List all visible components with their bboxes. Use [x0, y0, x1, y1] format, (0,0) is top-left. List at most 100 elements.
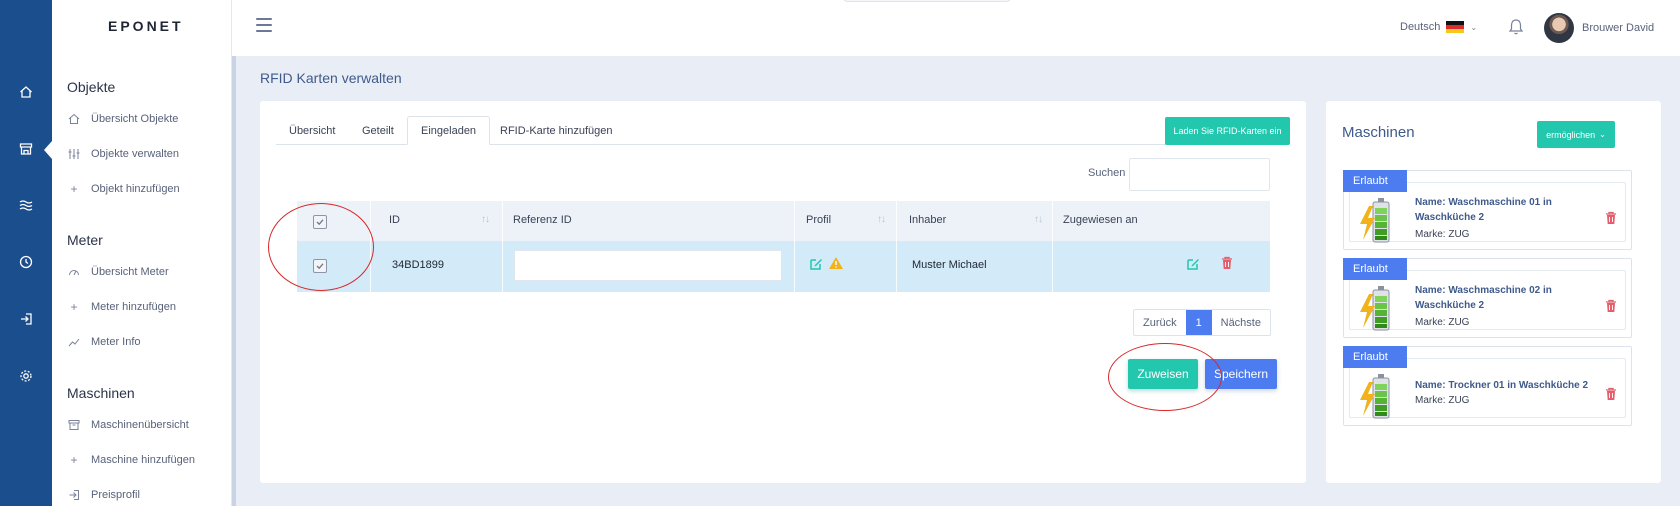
referenz-id-input[interactable]: [514, 250, 782, 281]
sort-icon[interactable]: ↑↓: [877, 214, 886, 225]
avatar: [1544, 13, 1574, 43]
enable-dropdown-button[interactable]: ermöglichen ⌄: [1537, 121, 1615, 148]
gauge-icon: [67, 265, 81, 279]
column-header-referenz-id[interactable]: Referenz ID: [513, 214, 572, 226]
trash-icon[interactable]: [1221, 256, 1233, 275]
chevron-down-icon: ⌄: [1599, 130, 1606, 139]
sidebar-section-maschinen: Maschinen: [67, 385, 135, 401]
active-indicator: [44, 141, 52, 159]
tab-eingeladen[interactable]: Eingeladen: [407, 116, 491, 145]
trash-icon[interactable]: [1605, 299, 1617, 318]
column-header-id[interactable]: ID: [389, 214, 400, 226]
energy-battery-icon: [1360, 286, 1390, 331]
chevron-down-icon: ⌄: [1470, 22, 1478, 32]
sidebar-item-label: Preisprofil: [91, 489, 140, 501]
pagination-next[interactable]: Nächste: [1212, 310, 1270, 335]
allowed-badge: Erlaubt: [1343, 346, 1407, 368]
row-id: 34BD1899: [392, 259, 444, 271]
settings-icon[interactable]: [14, 364, 38, 388]
home-icon[interactable]: [14, 80, 38, 104]
trash-icon[interactable]: [1605, 211, 1617, 230]
select-all-checkbox[interactable]: [313, 215, 327, 229]
sidebar-item-objekt-hinzufuegen[interactable]: + Objekt hinzufügen: [67, 182, 179, 196]
tab-bar: Übersicht Geteilt Eingeladen RFID-Karte …: [276, 116, 1286, 145]
plus-icon: +: [70, 453, 78, 467]
save-button[interactable]: Speichern: [1205, 359, 1277, 389]
machine-name: Name: Waschmaschine 02 in Waschküche 2: [1415, 285, 1552, 311]
user-menu[interactable]: Brouwer David: [1544, 13, 1654, 43]
login-icon[interactable]: [14, 307, 38, 331]
notification-bell-icon[interactable]: [1508, 18, 1524, 41]
sort-icon[interactable]: ↑↓: [481, 214, 490, 225]
rfid-card-panel: Übersicht Geteilt Eingeladen RFID-Karte …: [260, 101, 1306, 483]
sliders-icon: [67, 147, 81, 161]
trash-icon[interactable]: [1605, 387, 1617, 406]
column-header-zugewiesen-an[interactable]: Zugewiesen an: [1063, 214, 1138, 226]
row-inhaber: Muster Michael: [912, 259, 987, 271]
machine-brand: Marke: ZUG: [1415, 395, 1470, 406]
pagination: Zurück 1 Nächste: [1133, 309, 1271, 336]
sidebar-item-label: Maschinenübersicht: [91, 419, 189, 431]
top-bar: Deutsch ⌄ Brouwer David: [232, 0, 1680, 56]
pagination-page[interactable]: 1: [1185, 310, 1212, 335]
store-icon[interactable]: [14, 137, 38, 161]
sidebar-scrollbar[interactable]: [232, 56, 236, 506]
enable-button-label: ermöglichen: [1546, 129, 1596, 140]
language-label: Deutsch: [1400, 21, 1441, 33]
machine-brand: Marke: ZUG: [1415, 317, 1470, 328]
icon-rail: [0, 0, 52, 506]
language-selector[interactable]: Deutsch ⌄: [1400, 21, 1477, 33]
allowed-badge: Erlaubt: [1343, 170, 1407, 192]
waves-icon[interactable]: [14, 193, 38, 217]
logo: EPONET: [108, 18, 184, 34]
sidebar-item-label: Übersicht Meter: [91, 266, 169, 278]
tab-uebersicht[interactable]: Übersicht: [276, 116, 348, 145]
search-input[interactable]: [1129, 158, 1270, 191]
sidebar-item-maschine-hinzufuegen[interactable]: + Maschine hinzufügen: [67, 453, 195, 467]
sidebar-item-label: Maschine hinzufügen: [91, 454, 195, 466]
column-header-inhaber[interactable]: Inhaber: [909, 214, 946, 226]
archive-icon: [67, 418, 81, 432]
clock-icon[interactable]: [14, 250, 38, 274]
table-row[interactable]: 34BD1899 Muster Michael: [297, 241, 1270, 292]
energy-battery-icon: [1360, 198, 1390, 243]
machine-name: Name: Trockner 01 in Waschküche 2: [1415, 380, 1589, 391]
load-rfid-cards-button[interactable]: Laden Sie RFID-Karten ein: [1165, 117, 1290, 145]
sidebar-item-meter-info[interactable]: Meter Info: [67, 335, 141, 349]
edit-profile-icon[interactable]: [809, 257, 823, 276]
sidebar-item-label: Objekte verwalten: [91, 148, 180, 160]
sidebar-item-meter-hinzufuegen[interactable]: + Meter hinzufügen: [67, 300, 176, 314]
machine-brand: Marke: ZUG: [1415, 229, 1470, 240]
machine-card: Erlaubt Name: Trockner 01 in Waschküche …: [1343, 346, 1632, 426]
german-flag-icon: [1446, 21, 1465, 33]
tab-geteilt[interactable]: Geteilt: [349, 116, 407, 145]
sidebar: EPONET Objekte Übersicht Objekte Objekte…: [52, 0, 232, 506]
pagination-prev[interactable]: Zurück: [1134, 310, 1186, 335]
edit-icon[interactable]: [1186, 257, 1200, 276]
menu-toggle-icon[interactable]: [256, 18, 272, 32]
row-checkbox[interactable]: [313, 259, 327, 273]
sidebar-item-uebersicht-objekte[interactable]: Übersicht Objekte: [67, 112, 178, 126]
machine-name: Name: Waschmaschine 01 in Waschküche 2: [1415, 197, 1552, 223]
sidebar-item-label: Meter hinzufügen: [91, 301, 176, 313]
sort-icon[interactable]: ↑↓: [1034, 214, 1043, 225]
user-name: Brouwer David: [1582, 22, 1655, 34]
table-header: ID ↑↓ Referenz ID Profil ↑↓ Inhaber ↑↓ Z…: [297, 201, 1270, 241]
sidebar-section-meter: Meter: [67, 232, 103, 248]
sidebar-item-maschinenuebersicht[interactable]: Maschinenübersicht: [67, 418, 189, 432]
login-icon: [67, 488, 81, 502]
machines-title: Maschinen: [1342, 124, 1415, 141]
assign-button[interactable]: Zuweisen: [1128, 359, 1198, 389]
column-header-profil[interactable]: Profil: [806, 214, 831, 226]
warning-icon: [828, 256, 844, 275]
plus-icon: +: [70, 182, 78, 196]
sidebar-item-label: Meter Info: [91, 336, 141, 348]
home-icon: [67, 112, 81, 126]
sidebar-item-objekte-verwalten[interactable]: Objekte verwalten: [67, 147, 179, 161]
sidebar-item-preisprofil[interactable]: Preisprofil: [67, 488, 140, 502]
trend-icon: [67, 335, 81, 349]
sidebar-item-uebersicht-meter[interactable]: Übersicht Meter: [67, 265, 169, 279]
machine-card: Erlaubt Name: Waschmaschine 01 in Waschk…: [1343, 170, 1632, 250]
search-label: Suchen: [1088, 167, 1126, 179]
tab-rfid-karte-hinzufuegen[interactable]: RFID-Karte hinzufügen: [487, 116, 626, 145]
